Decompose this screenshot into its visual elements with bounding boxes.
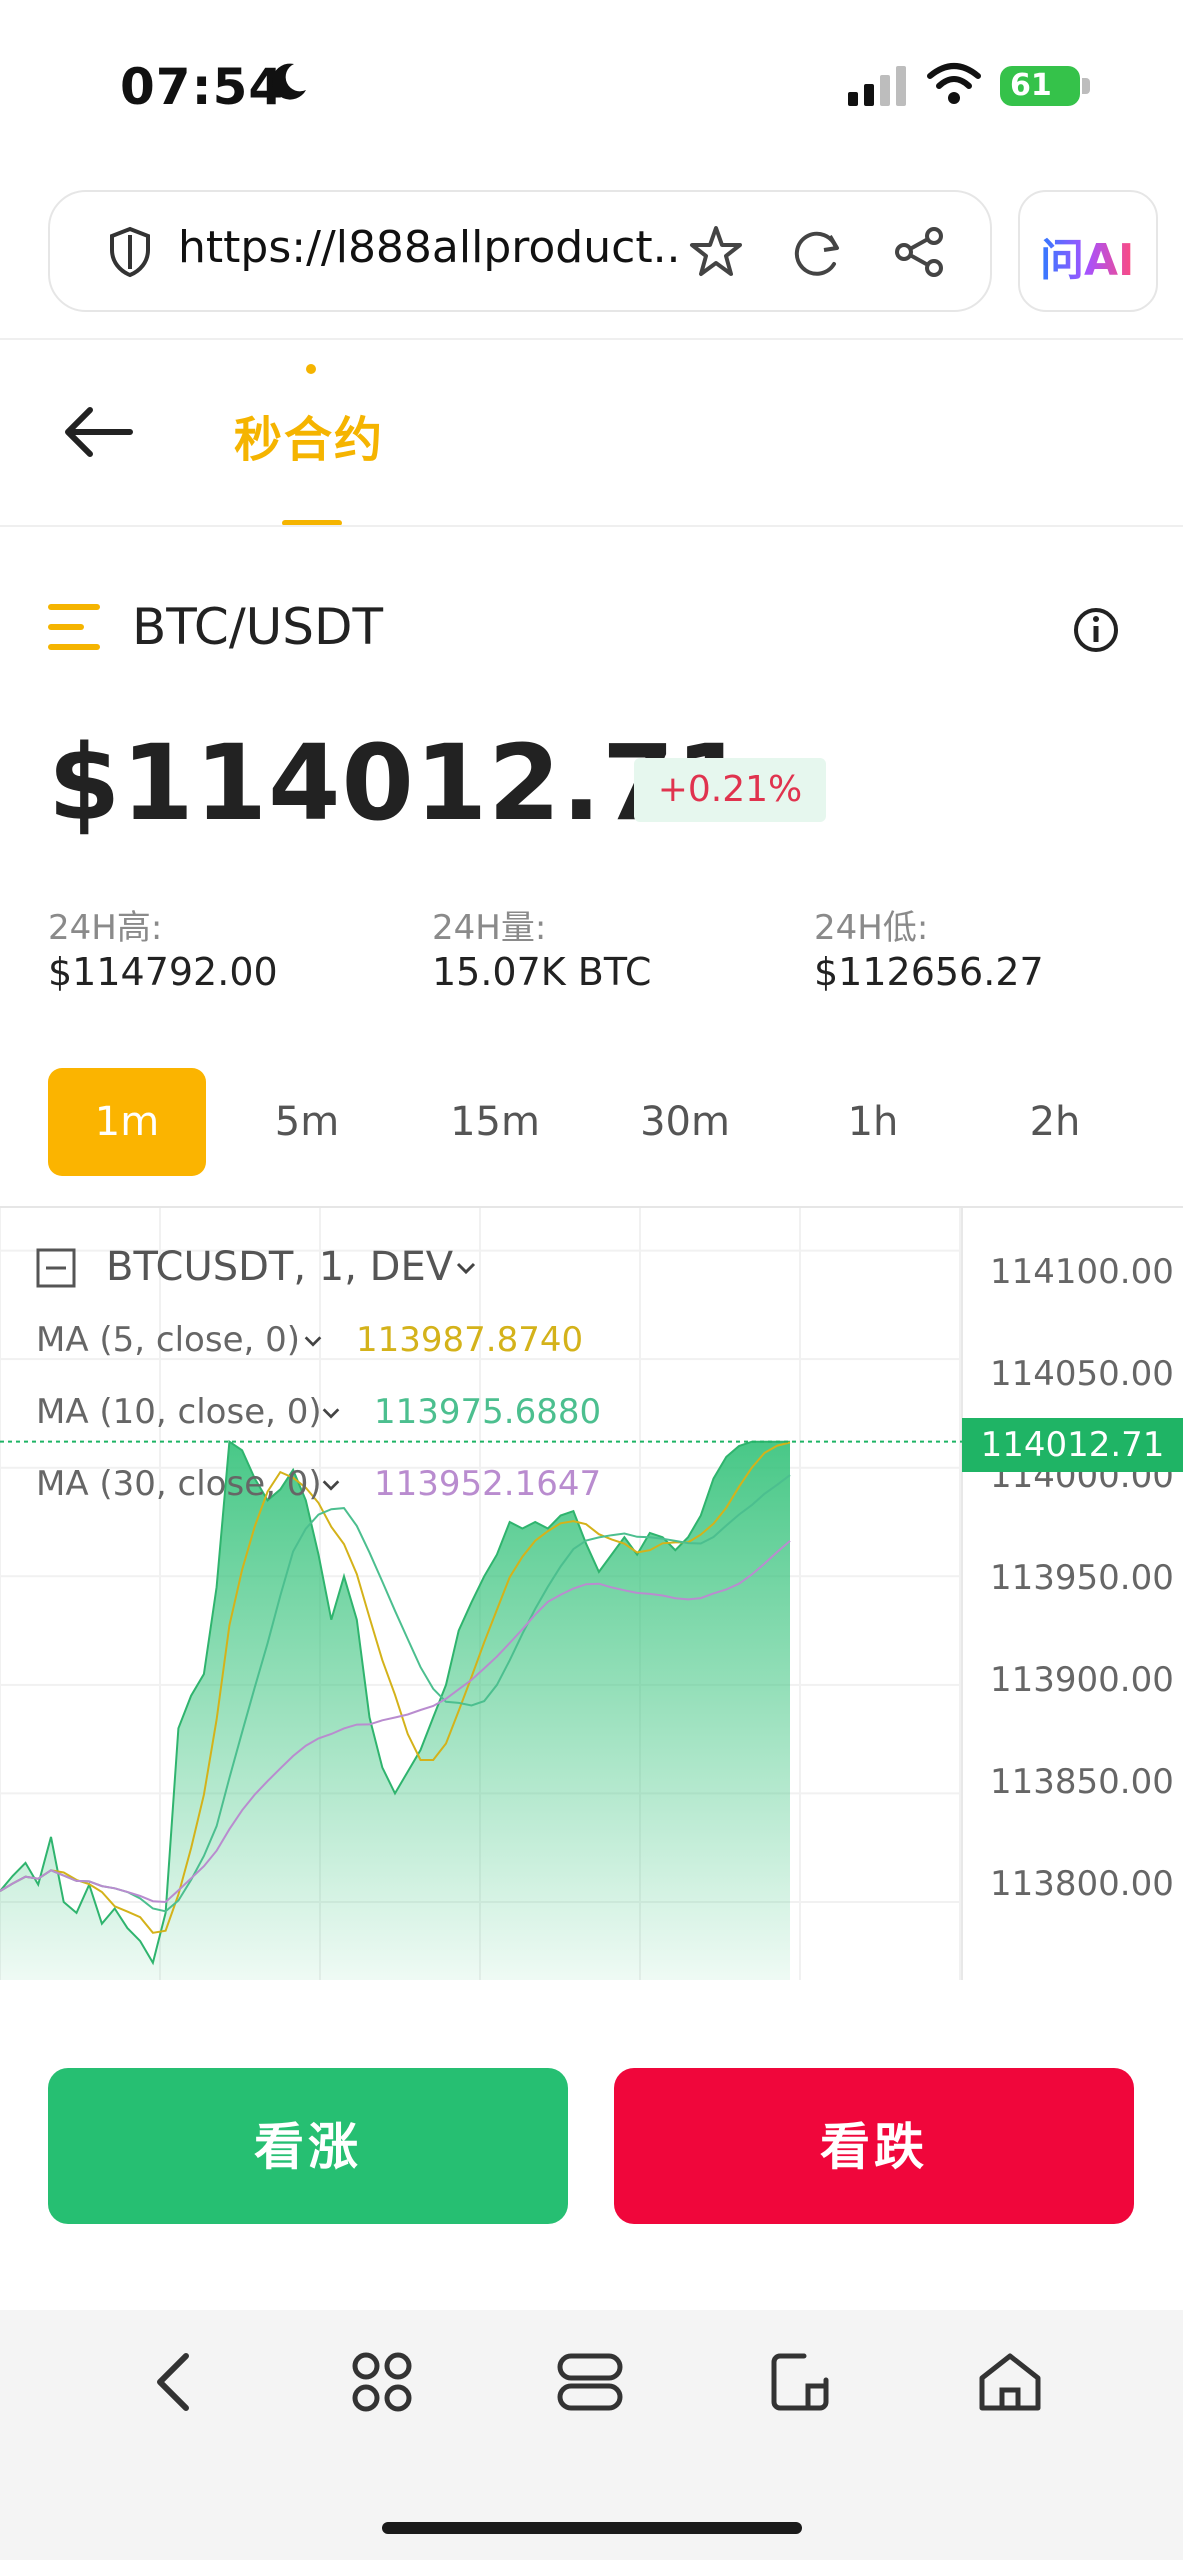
apps-icon[interactable] (350, 2350, 414, 2414)
back-arrow-icon[interactable] (60, 404, 136, 460)
collapse-legend-icon[interactable] (36, 1248, 76, 1288)
y-tick-label: 113950.00 (990, 1558, 1174, 1598)
battery-level: 61 (1000, 66, 1080, 106)
status-time: 07:54 (120, 58, 285, 116)
shield-icon[interactable] (108, 226, 152, 278)
divider (0, 338, 1183, 340)
interval-5m[interactable]: 5m (228, 1068, 386, 1176)
chevron-down-icon[interactable] (454, 1256, 478, 1280)
battery-cap (1082, 78, 1090, 94)
buy-up-button[interactable]: 看涨 (48, 2068, 568, 2224)
divider (0, 525, 1183, 527)
moon-icon (272, 63, 306, 100)
share-icon[interactable] (892, 224, 948, 280)
trading-pair[interactable]: BTC/USDT (132, 598, 383, 656)
stat-low-value: $112656.27 (814, 950, 1044, 994)
interval-30m[interactable]: 30m (606, 1068, 764, 1176)
ai-assistant-label[interactable]: 问AI (1040, 224, 1134, 288)
url-text[interactable]: https://l888allproduct.. (178, 222, 683, 273)
ma30-label[interactable]: MA (30, close, 0) (36, 1464, 322, 1504)
menu-icon[interactable] (48, 604, 100, 650)
y-tick-label: 114050.00 (990, 1354, 1174, 1394)
ma10-label[interactable]: MA (10, close, 0) (36, 1392, 322, 1432)
interval-2h[interactable]: 2h (976, 1068, 1134, 1176)
reload-icon[interactable] (790, 226, 844, 280)
info-icon[interactable] (1072, 606, 1120, 654)
y-tick-label: 113900.00 (990, 1660, 1174, 1700)
y-tick-label: 113850.00 (990, 1762, 1174, 1802)
tab-second-contract[interactable]: 秒合约 (234, 400, 384, 470)
chart-title: BTCUSDT, 1, DEV (106, 1244, 454, 1290)
stat-high-value: $114792.00 (48, 950, 278, 994)
chevron-down-icon[interactable] (302, 1330, 324, 1352)
y-tick-label: 114100.00 (990, 1252, 1174, 1292)
stat-volume-label: 24H量: (432, 908, 547, 948)
ma30-value: 113952.1647 (374, 1464, 602, 1504)
buy-down-button[interactable]: 看跌 (614, 2068, 1134, 2224)
stat-high-label: 24H高: (48, 908, 163, 948)
ma10-value: 113975.6880 (374, 1392, 602, 1432)
back-icon[interactable] (150, 2350, 194, 2414)
chevron-down-icon[interactable] (320, 1474, 342, 1496)
interval-15m[interactable]: 15m (416, 1068, 574, 1176)
y-tick-label: 113800.00 (990, 1864, 1174, 1904)
stat-low-label: 24H低: (814, 908, 929, 948)
star-icon[interactable] (688, 224, 744, 280)
wifi-icon (927, 63, 981, 104)
price-change-badge: +0.21% (634, 758, 826, 822)
interval-1m[interactable]: 1m (48, 1068, 206, 1176)
cellular-signal-icon (848, 66, 906, 106)
tabs-icon[interactable] (556, 2352, 624, 2412)
interval-1h[interactable]: 1h (794, 1068, 952, 1176)
current-price-tag: 114012.71 (962, 1418, 1183, 1472)
price-area (0, 1441, 790, 1980)
home-icon[interactable] (976, 2350, 1044, 2414)
window-icon[interactable] (768, 2350, 832, 2414)
chevron-down-icon[interactable] (320, 1402, 342, 1424)
stat-volume-value: 15.07K BTC (432, 950, 652, 994)
home-indicator (382, 2522, 802, 2534)
ma5-label[interactable]: MA (5, close, 0) (36, 1320, 300, 1360)
tab-indicator-dot (306, 364, 316, 374)
ma5-value: 113987.8740 (356, 1320, 584, 1360)
